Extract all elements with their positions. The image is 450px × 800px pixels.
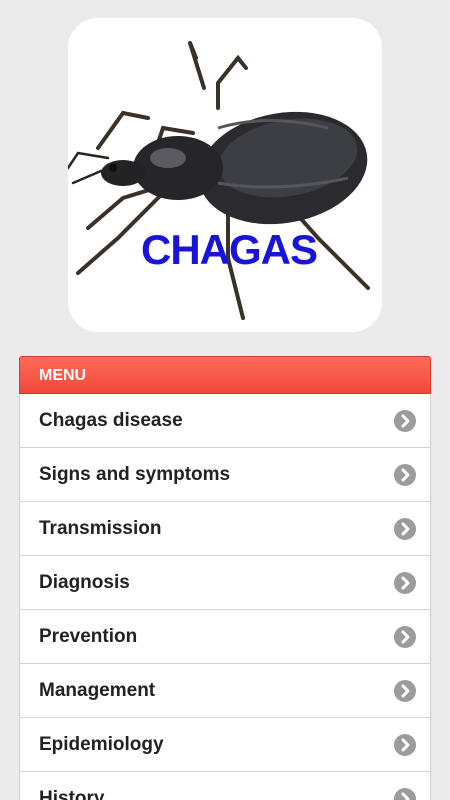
menu-item[interactable]: Management (20, 664, 430, 718)
menu-item[interactable]: Prevention (20, 610, 430, 664)
chevron-right-icon (394, 788, 416, 800)
menu-item[interactable]: Epidemiology (20, 718, 430, 772)
menu-header: MENU (19, 356, 431, 394)
hero-image-card: CHAGAS (68, 18, 382, 332)
menu-item[interactable]: History (20, 772, 430, 800)
chevron-right-icon (394, 572, 416, 594)
chevron-right-icon (394, 626, 416, 648)
menu-item-label: Signs and symptoms (39, 464, 231, 485)
menu-list: Chagas disease Signs and symptoms Transmis… (19, 394, 431, 800)
menu-item-label: Management (39, 680, 156, 701)
app-screen: CHAGAS MENU Chagas disease Signs and symp… (0, 0, 450, 800)
hero-title: CHAGAS (140, 226, 318, 273)
chevron-right-icon (394, 464, 416, 486)
menu-item-label: History (39, 788, 105, 800)
chevron-right-icon (394, 734, 416, 756)
chevron-right-icon (394, 410, 416, 432)
menu-item[interactable]: Transmission (20, 502, 430, 556)
menu-item-label: Chagas disease (39, 410, 183, 431)
chevron-right-icon (394, 680, 416, 702)
menu-item[interactable]: Diagnosis (20, 556, 430, 610)
menu-item[interactable]: Signs and symptoms (20, 448, 430, 502)
menu-item[interactable]: Chagas disease (20, 394, 430, 448)
chevron-right-icon (394, 518, 416, 540)
menu-item-label: Epidemiology (39, 734, 164, 755)
menu-item-label: Diagnosis (39, 572, 130, 593)
kissing-bug-icon (68, 41, 370, 320)
menu-item-label: Prevention (39, 626, 138, 647)
menu-item-label: Transmission (39, 518, 162, 539)
main-menu: MENU Chagas disease Signs and symptoms Tra… (19, 356, 431, 800)
